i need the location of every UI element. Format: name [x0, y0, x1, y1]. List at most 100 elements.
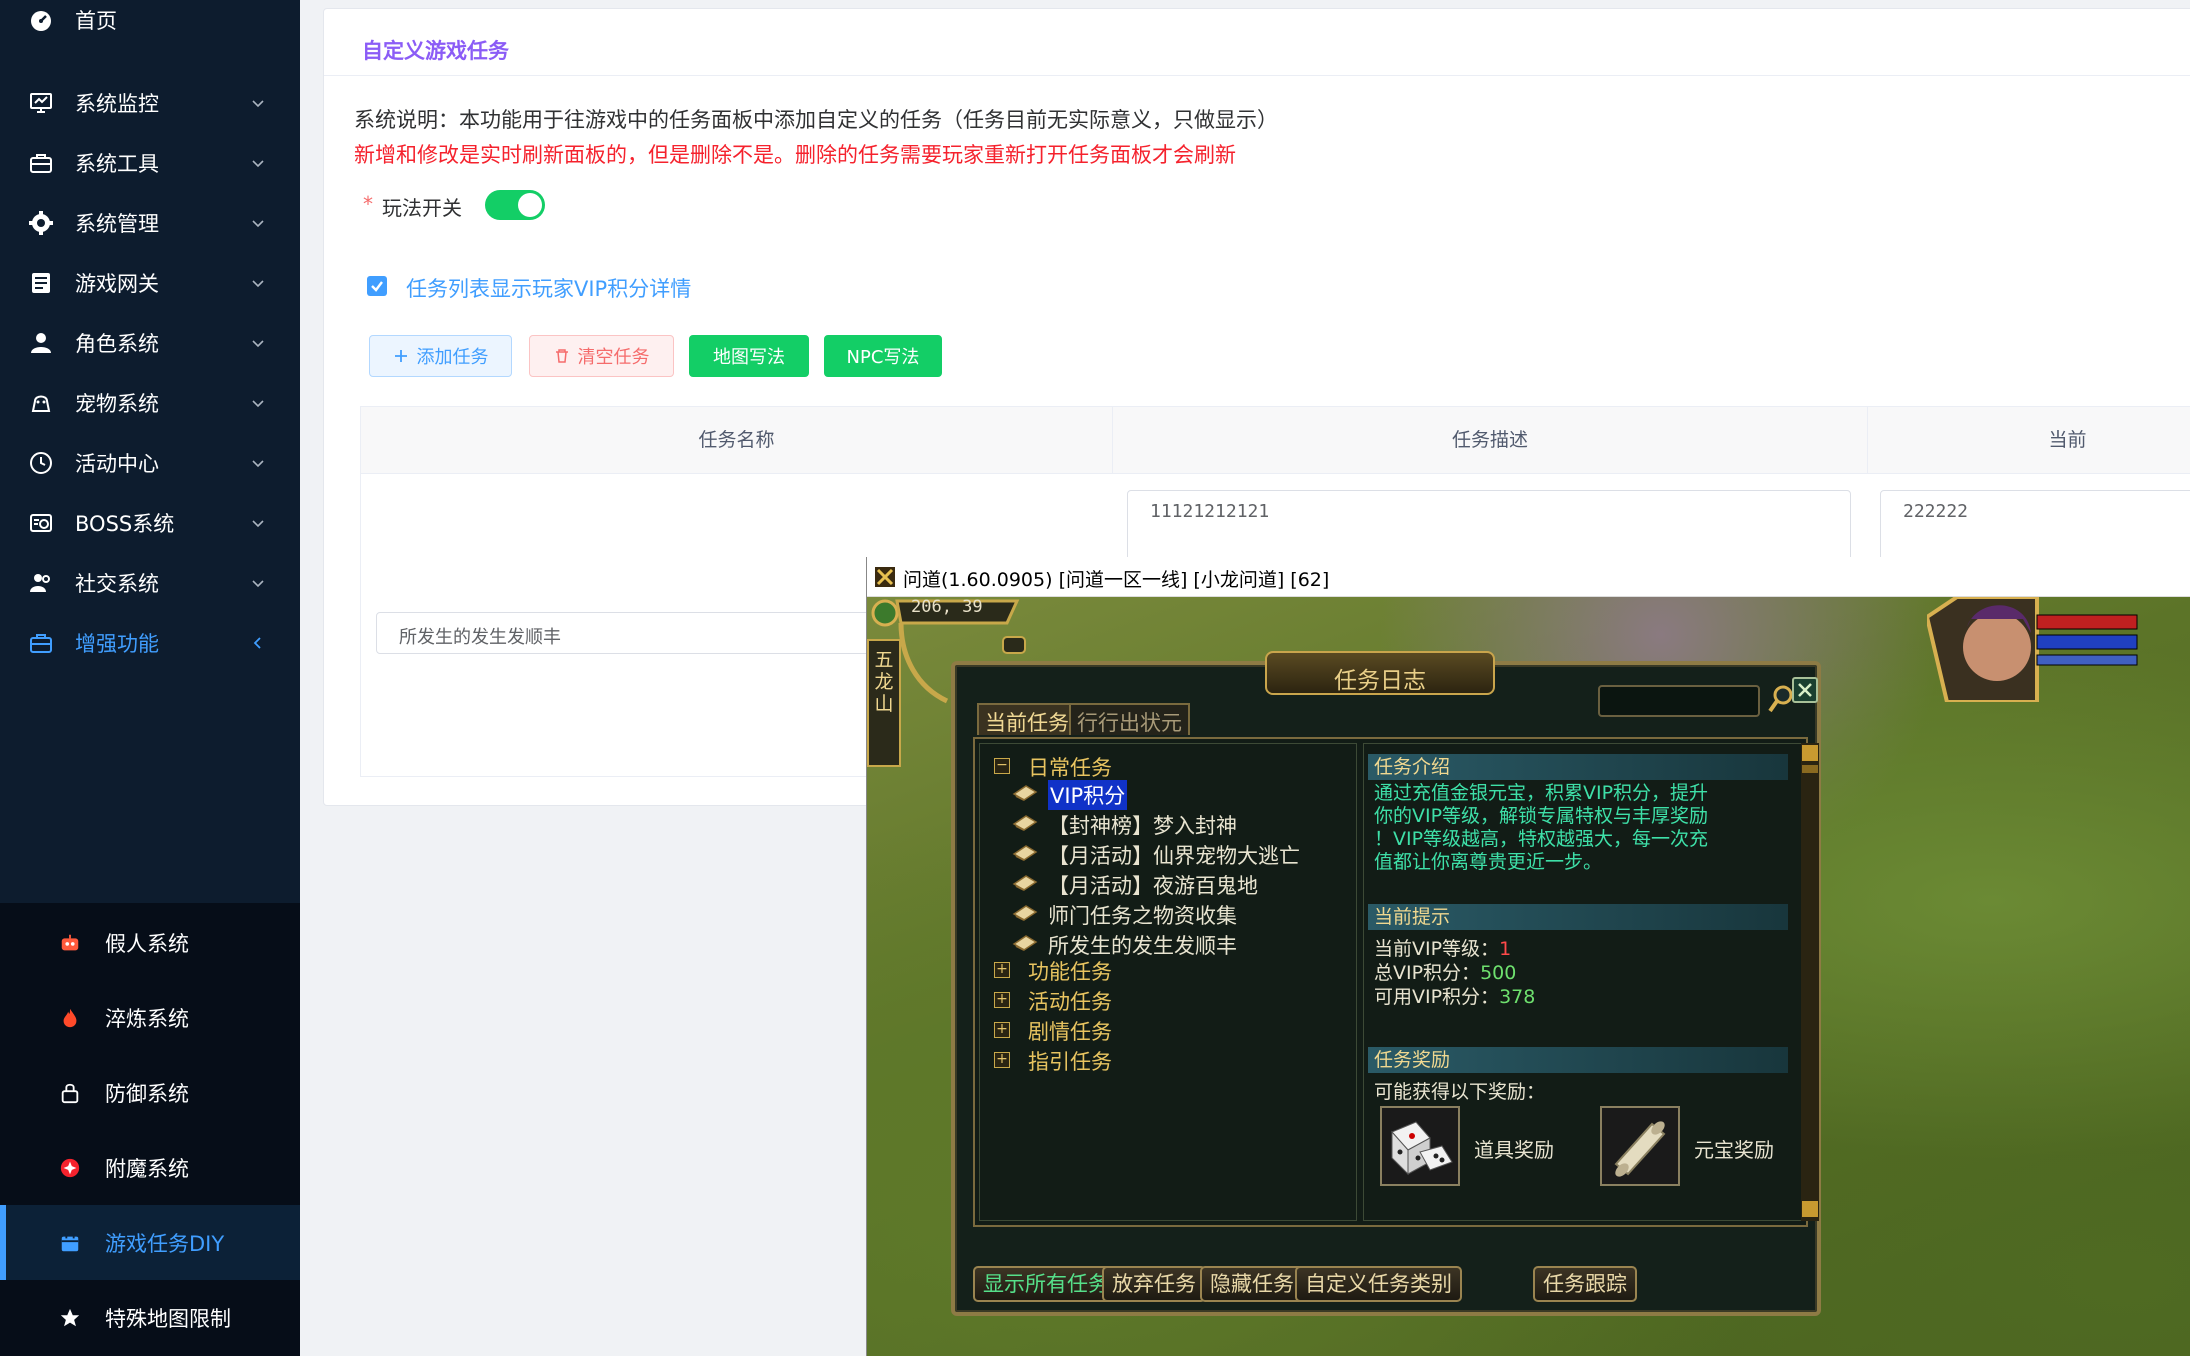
npc-syntax-button[interactable]: NPC写法 — [824, 335, 942, 377]
quest-list-item-label: 师门任务之物资收集 — [1048, 904, 1237, 928]
column-header-task-desc: 任务描述 — [1113, 407, 1868, 474]
refresh-warning: 新增和修改是实时刷新面板的，但是删除不是。删除的任务需要玩家重新打开任务面板才会… — [354, 143, 1236, 167]
sidebar-item[interactable]: 首页 — [0, 0, 300, 62]
vip-available-value: 378 — [1499, 986, 1536, 1008]
abandon-quest-button[interactable]: 放弃任务 — [1102, 1266, 1206, 1302]
expand-icon[interactable]: + — [994, 1022, 1010, 1038]
sidebar-subitem[interactable]: 附魔系统 — [0, 1130, 300, 1205]
dashboard-icon — [31, 11, 51, 31]
chevron-down-icon — [252, 280, 264, 288]
sidebar-item-label: 宠物系统 — [75, 392, 159, 416]
quest-log-dialog: 任务日志 当前任务 行行出状元 − 日常任务 VIP积分 【封神榜】梦入封神 【月活动】… — [951, 651, 1821, 1316]
system-description: 系统说明：本功能用于往游戏中的任务面板中添加自定义的任务（任务目前无实际意义，只… — [354, 108, 1278, 132]
vip-total-label: 总VIP积分： — [1374, 962, 1481, 984]
scroll-up-button[interactable] — [1802, 745, 1818, 761]
close-button[interactable] — [1792, 677, 1818, 703]
reward-section-header: 任务奖励 — [1368, 1047, 1788, 1073]
clear-tasks-button[interactable]: 清空任务 — [529, 335, 674, 377]
user-icon — [31, 333, 51, 353]
quest-detail-panel: 任务介绍 通过充值金银元宝，积累VIP积分，提升 你的VIP等级，解锁专属特权与… — [1363, 743, 1803, 1221]
chevron-down-icon — [252, 400, 264, 408]
clear-tasks-label: 清空任务 — [577, 347, 650, 368]
sidebar-subitem-label: 防御系统 — [105, 1081, 189, 1106]
vip-total-line: 总VIP积分：500 — [1374, 958, 1516, 985]
sidebar-subitem[interactable]: 特殊地图限制 — [0, 1280, 300, 1355]
sidebar-subitem-label: 假人系统 — [105, 931, 189, 956]
custom-category-button[interactable]: 自定义任务类别 — [1295, 1266, 1462, 1302]
scroll-icon — [1012, 815, 1038, 831]
collapse-icon[interactable]: − — [994, 758, 1010, 774]
close-icon — [1798, 683, 1812, 697]
check-icon — [371, 281, 383, 292]
chevron-left-icon — [253, 637, 261, 649]
intro-line: 你的VIP等级，解锁专属特权与丰厚奖励 — [1374, 805, 1709, 827]
sidebar-item[interactable]: 增强功能 — [0, 601, 300, 685]
required-mark: * — [363, 192, 373, 216]
magic-icon — [60, 1158, 80, 1177]
vip-level-label: 当前VIP等级： — [1374, 938, 1500, 960]
quest-search-input[interactable] — [1598, 685, 1760, 717]
scroll-icon — [1012, 905, 1038, 921]
sidebar-item-label: 首页 — [75, 9, 117, 33]
sidebar-item-label: 角色系统 — [75, 332, 159, 356]
expand-icon[interactable]: + — [994, 992, 1010, 1008]
chevron-down-icon — [252, 220, 264, 228]
player-portrait-hud[interactable] — [1927, 597, 2142, 702]
quest-group-label: 日常任务 — [1028, 756, 1112, 780]
lock-icon — [61, 1083, 79, 1103]
monitor-icon — [30, 93, 52, 113]
sidebar-item-label: 社交系统 — [75, 572, 159, 596]
star-icon — [60, 1308, 80, 1326]
chevron-down-icon — [252, 460, 264, 468]
expand-icon[interactable]: + — [994, 1052, 1010, 1068]
sidebar-subitem[interactable]: 淬炼系统 — [0, 980, 300, 1055]
sidebar-item-label: 系统监控 — [75, 92, 159, 116]
vip-total-value: 500 — [1480, 962, 1517, 984]
sidebar-item-label: BOSS系统 — [75, 512, 175, 536]
map-syntax-button[interactable]: 地图写法 — [689, 335, 809, 377]
sidebar-subitem-label: 游戏任务DIY — [105, 1231, 225, 1256]
sidebar-subitem[interactable]: 假人系统 — [0, 905, 300, 980]
dice-icon — [1382, 1108, 1458, 1184]
scroll-thumb[interactable] — [1802, 765, 1818, 773]
people-icon — [30, 574, 50, 592]
gameplay-switch-toggle[interactable] — [485, 190, 545, 220]
game-app-icon — [875, 567, 895, 587]
search-icon[interactable] — [1767, 683, 1795, 715]
add-task-button[interactable]: 添加任务 — [369, 335, 512, 377]
sidebar-subitem[interactable]: 游戏任务DIY — [0, 1205, 300, 1280]
game-window-titlebar[interactable]: 问道(1.60.0905) [问道一区一线] [小龙问道] [62] — [867, 557, 2190, 597]
quest-list-item-label: 【月活动】仙界宠物大逃亡 — [1048, 844, 1300, 868]
chevron-down-icon — [252, 100, 264, 108]
yuanbao-reward-slot[interactable] — [1600, 1106, 1680, 1186]
chevron-down-icon — [252, 340, 264, 348]
gameplay-switch-label: 玩法开关 — [382, 196, 462, 220]
sidebar-item-label: 游戏网关 — [75, 272, 159, 296]
hide-quest-button[interactable]: 隐藏任务 — [1200, 1266, 1304, 1302]
sidebar-subitem-label: 附魔系统 — [105, 1156, 189, 1181]
player-coordinates: 206, 39 — [911, 597, 983, 617]
page-title: 自定义游戏任务 — [362, 39, 509, 63]
item-reward-slot[interactable] — [1380, 1106, 1460, 1186]
quest-group-label: 活动任务 — [1028, 990, 1112, 1014]
quest-list-item-label: VIP积分 — [1048, 780, 1128, 810]
scroll-down-button[interactable] — [1802, 1201, 1818, 1217]
quest-tree: − 日常任务 VIP积分 【封神榜】梦入封神 【月活动】仙界宠物大逃亡 【月活动】夜游百鬼… — [979, 743, 1357, 1221]
sidebar-subitem[interactable]: 防御系统 — [0, 1055, 300, 1130]
fire-icon — [63, 1008, 77, 1027]
toolbox-icon — [30, 154, 52, 173]
chevron-down-icon — [252, 160, 264, 168]
quest-list-item-label: 【月活动】夜游百鬼地 — [1048, 874, 1258, 898]
vip-detail-checkbox[interactable] — [367, 276, 387, 296]
tab-career-quests[interactable]: 行行出状元 — [1069, 703, 1190, 735]
tab-current-quests[interactable]: 当前任务 — [977, 703, 1077, 735]
calendar-icon — [61, 1233, 79, 1251]
scroll-icon — [1012, 785, 1038, 801]
expand-icon[interactable]: + — [994, 962, 1010, 978]
plus-icon — [394, 350, 407, 362]
track-quest-button[interactable]: 任务跟踪 — [1533, 1266, 1637, 1302]
add-task-label: 添加任务 — [416, 347, 489, 368]
robot-icon — [61, 934, 79, 950]
dialog-title-plate: 任务日志 — [1265, 651, 1495, 695]
detail-scrollbar[interactable] — [1801, 743, 1819, 1221]
